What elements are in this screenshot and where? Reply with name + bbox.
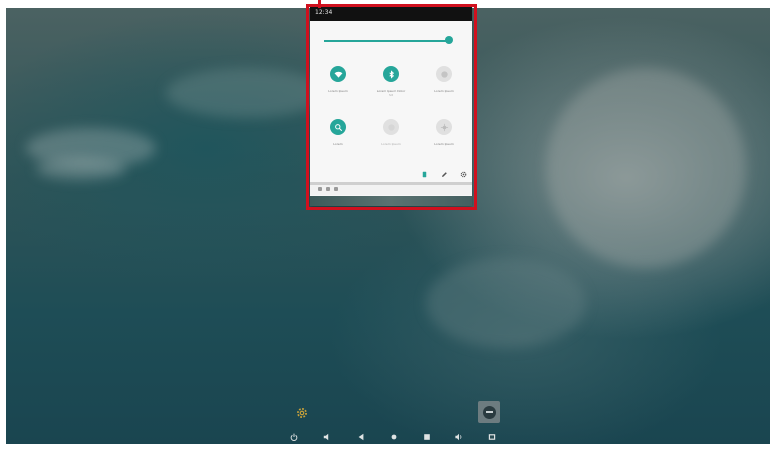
screenshot-icon[interactable] [487, 432, 496, 441]
highlight-frame [306, 4, 477, 210]
app-launcher-glyph [482, 405, 496, 419]
home-icon[interactable] [389, 432, 398, 441]
volume-up-icon[interactable] [454, 432, 463, 441]
recents-icon[interactable] [422, 432, 431, 441]
power-icon[interactable] [289, 432, 298, 441]
navigation-bar [6, 428, 770, 444]
back-icon[interactable] [356, 432, 365, 441]
volume-down-icon[interactable] [322, 432, 331, 441]
app-launcher-icon[interactable] [478, 401, 500, 423]
wave-foam [36, 158, 126, 180]
settings-gear-icon[interactable] [295, 405, 309, 419]
wave-foam [546, 68, 746, 268]
wave-foam [166, 68, 326, 118]
wave-foam [426, 258, 586, 348]
